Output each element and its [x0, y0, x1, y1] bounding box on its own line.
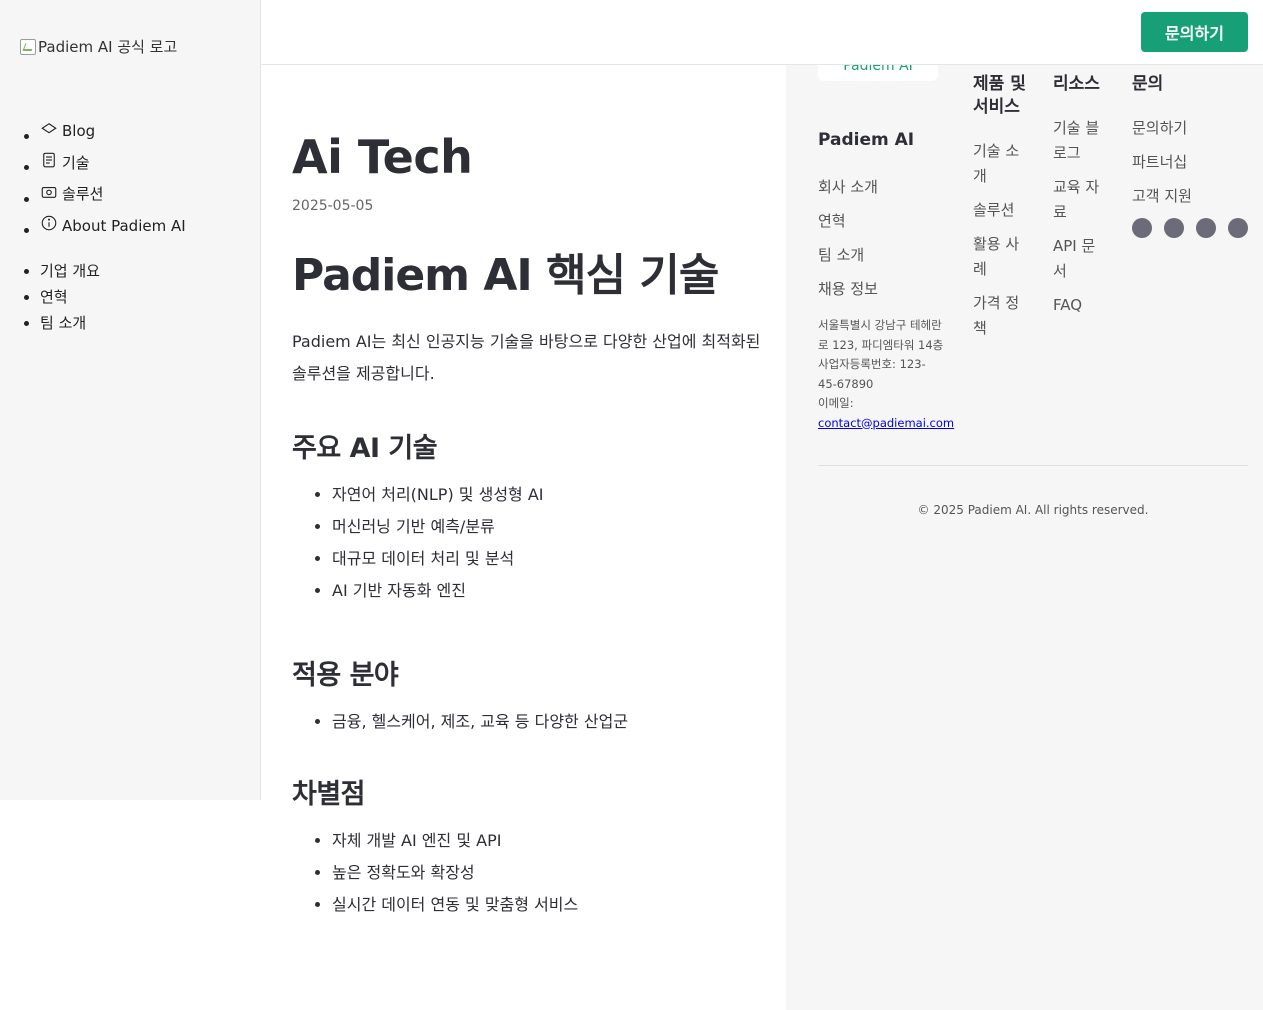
section-title: 주요 AI 기술	[292, 433, 438, 464]
nav-item-about[interactable]: About Padiem AI	[40, 213, 186, 245]
footer-link[interactable]: 문의하기	[1132, 116, 1252, 141]
article: Ai Tech 2025-05-05 Padiem AI 핵심 기술 Padie…	[292, 130, 762, 921]
list-item: 실시간 데이터 연동 및 맞춤형 서비스	[332, 889, 762, 921]
list-item: AI 기반 자동화 엔진	[332, 575, 762, 607]
broken-image-icon	[20, 38, 36, 55]
document-icon	[40, 151, 58, 169]
social-icon-3[interactable]	[1196, 218, 1216, 238]
list-item: 금융, 헬스케어, 제조, 교육 등 다양한 산업군	[332, 706, 762, 738]
section-title: 차별점	[292, 779, 366, 810]
nav-item-solution[interactable]: 솔루션	[40, 181, 186, 213]
sub-nav-item-team[interactable]: 팀 소개	[40, 310, 100, 336]
nav-item-label: 솔루션	[62, 185, 104, 203]
section-main-tech: 주요 AI 기술 자연어 처리(NLP) 및 생성형 AI 머신러닝 기반 예측…	[292, 426, 762, 607]
list-item: 대규모 데이터 처리 및 분석	[332, 543, 762, 575]
footer-column-contact: 문의 문의하기 파트너십 고객 지원	[1132, 73, 1252, 238]
article-intro: Padiem AI는 최신 인공지능 기술을 바탕으로 다양한 산업에 최적화된…	[292, 332, 761, 383]
footer-link[interactable]: 솔루션	[973, 198, 1029, 223]
footer-link[interactable]: 채용 정보	[818, 272, 944, 306]
list-item: 머신러닝 기반 예측/분류	[332, 511, 762, 543]
footer-column-title: 제품 및 서비스	[973, 74, 1026, 117]
footer-column-title: 문의	[1132, 74, 1164, 94]
copyright: © 2025 Padiem AI. All rights reserved.	[917, 503, 1149, 517]
main-nav: Blog 기술 솔루션 About	[24, 118, 186, 244]
camera-icon	[40, 183, 58, 201]
social-icon-1[interactable]	[1132, 218, 1152, 238]
sub-nav: 기업 개요 연혁 팀 소개	[24, 258, 100, 336]
sub-nav-item-history[interactable]: 연혁	[40, 284, 100, 310]
footer-link[interactable]: 교육 자료	[1053, 175, 1109, 225]
nav-item-tech[interactable]: 기술	[40, 150, 186, 182]
section-differentiators: 차별점 자체 개발 AI 엔진 및 API 높은 정확도와 확장성 실시간 데이…	[292, 772, 762, 921]
footer: Padiem AI Padiem AI 회사 소개 연혁 팀 소개 채용 정보 …	[786, 65, 1263, 1010]
footer-link[interactable]: 파트너십	[1132, 150, 1252, 175]
footer-column-resources: 리소스 기술 블로그 교육 자료 API 문서 FAQ	[1053, 73, 1109, 327]
footer-brand-column: Padiem AI 회사 소개 연혁 팀 소개 채용 정보 서울특별시 강남구 …	[818, 130, 954, 433]
section-application: 적용 분야 금융, 헬스케어, 제조, 교육 등 다양한 산업군	[292, 653, 762, 738]
section-title: 적용 분야	[292, 660, 399, 691]
email-label: 이메일:	[818, 396, 854, 410]
footer-link[interactable]: 회사 소개	[818, 170, 944, 204]
footer-logo-badge[interactable]: Padiem AI	[818, 65, 938, 81]
footer-brand: Padiem AI	[818, 130, 915, 150]
footer-link[interactable]: 기술 소개	[973, 139, 1029, 189]
footer-link[interactable]: 팀 소개	[818, 238, 944, 272]
article-heading: Padiem AI 핵심 기술	[292, 250, 719, 301]
nav-item-blog[interactable]: Blog	[40, 118, 186, 150]
nav-item-label: About Padiem AI	[62, 216, 186, 235]
logo-alt-text: Padiem AI 공식 로고	[38, 38, 178, 56]
social-icon-4[interactable]	[1228, 218, 1248, 238]
list-item: 자체 개발 AI 엔진 및 API	[332, 825, 762, 857]
section-list: 금융, 헬스케어, 제조, 교육 등 다양한 산업군	[332, 706, 762, 738]
list-item: 높은 정확도와 확장성	[332, 857, 762, 889]
footer-link[interactable]: FAQ	[1053, 293, 1109, 318]
social-icon-2[interactable]	[1164, 218, 1184, 238]
nav-item-label: Blog	[62, 122, 96, 140]
footer-link[interactable]: 가격 정책	[973, 291, 1029, 341]
section-list: 자연어 처리(NLP) 및 생성형 AI 머신러닝 기반 예측/분류 대규모 데…	[332, 479, 762, 607]
list-item: 자연어 처리(NLP) 및 생성형 AI	[332, 479, 762, 511]
contact-button[interactable]: 문의하기	[1141, 12, 1248, 52]
sub-nav-item-overview[interactable]: 기업 개요	[40, 258, 100, 284]
email-link[interactable]: contact@padiemai.com	[818, 416, 954, 430]
footer-column-products: 제품 및 서비스 기술 소개 솔루션 활용 사례 가격 정책	[973, 73, 1029, 350]
page-title: Ai Tech	[292, 130, 473, 184]
footer-link[interactable]: 고객 지원	[1132, 184, 1252, 209]
address-text: 서울특별시 강남구 테헤란로 123, 파디엠타워 14층	[818, 318, 944, 352]
business-number: 사업자등록번호: 123-45-67890	[818, 357, 926, 391]
footer-link[interactable]: 연혁	[818, 204, 944, 238]
info-icon	[40, 214, 58, 232]
footer-link[interactable]: 활용 사례	[973, 232, 1029, 282]
logo[interactable]: Padiem AI 공식 로고	[20, 36, 177, 57]
footer-column-title: 리소스	[1053, 74, 1100, 94]
footer-link[interactable]: 기술 블로그	[1053, 116, 1109, 166]
nav-item-label: 기술	[62, 153, 90, 172]
footer-address: 서울특별시 강남구 테헤란로 123, 파디엠타워 14층 사업자등록번호: 1…	[818, 316, 954, 433]
post-date: 2025-05-05	[292, 198, 374, 214]
footer-divider	[818, 465, 1248, 466]
section-list: 자체 개발 AI 엔진 및 API 높은 정확도와 확장성 실시간 데이터 연동…	[332, 825, 762, 921]
social-links	[1132, 218, 1252, 238]
top-header: 문의하기	[261, 0, 1263, 65]
footer-company-links: 회사 소개 연혁 팀 소개 채용 정보	[818, 170, 944, 306]
sidebar: Padiem AI 공식 로고 Blog 기술	[0, 0, 261, 800]
footer-link[interactable]: API 문서	[1053, 234, 1109, 284]
layers-icon	[40, 120, 58, 138]
